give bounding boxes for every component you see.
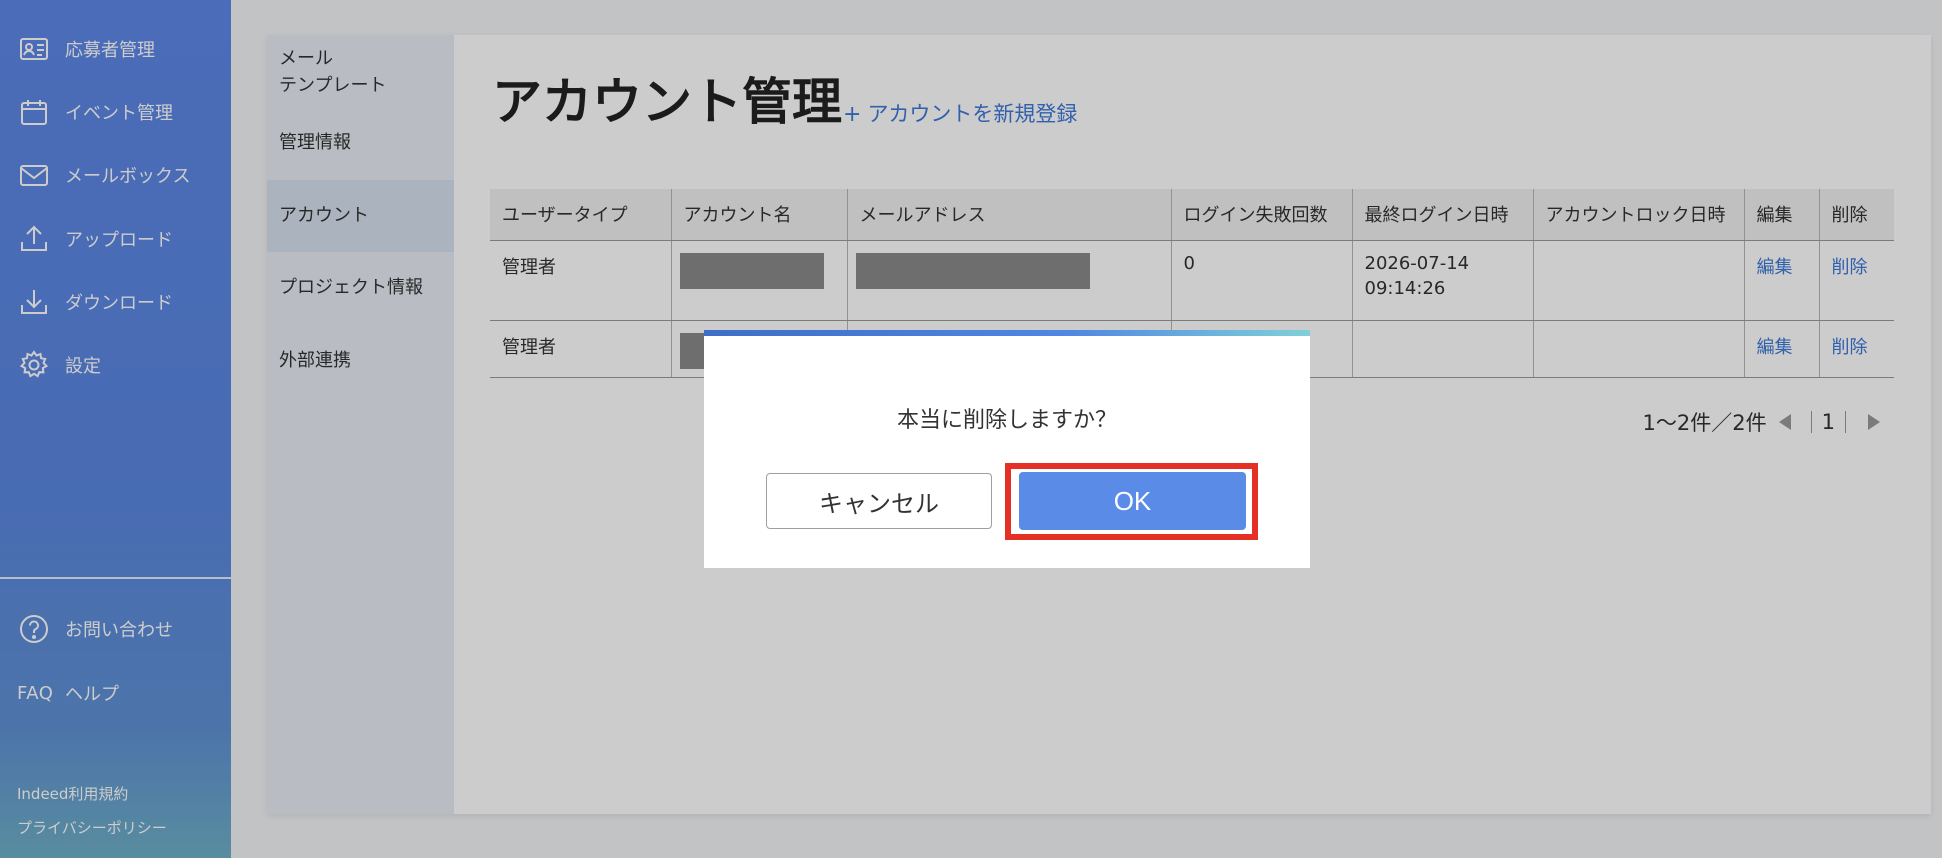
confirm-delete-dialog: 本当に削除しますか？ キャンセル OK xyxy=(704,330,1310,568)
dialog-message: 本当に削除しますか？ xyxy=(896,408,1117,433)
dialog-accent-bar xyxy=(704,330,1310,336)
ok-button[interactable]: OK xyxy=(1019,472,1246,530)
cancel-button[interactable]: キャンセル xyxy=(766,473,992,529)
